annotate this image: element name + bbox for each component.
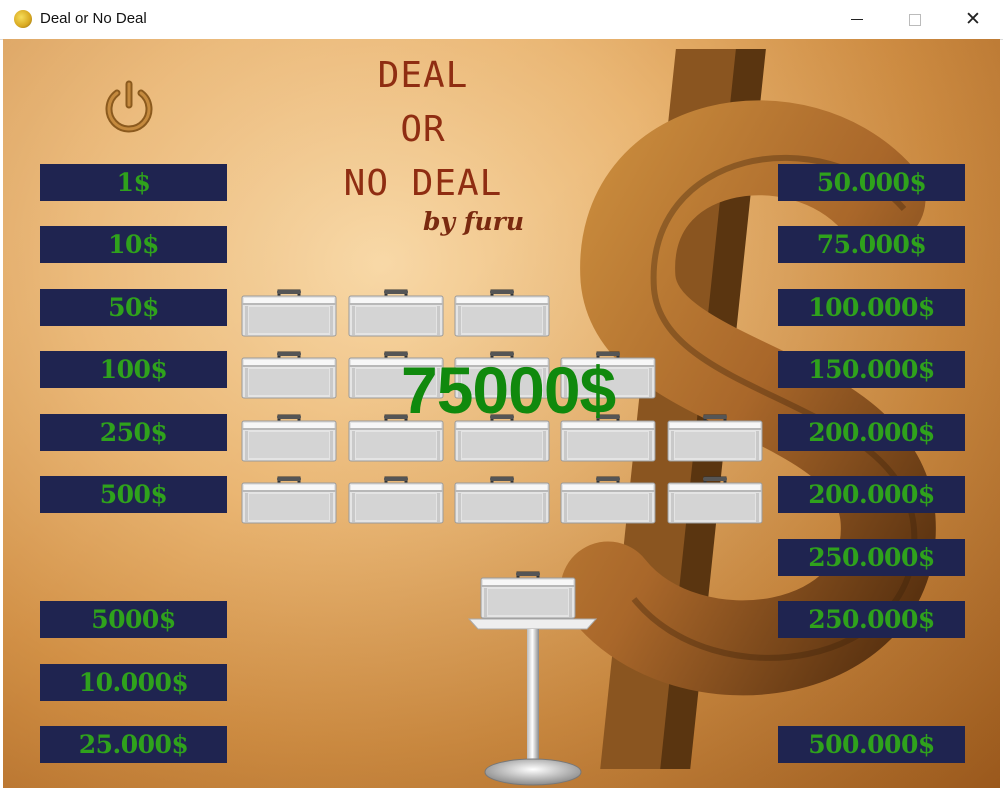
value-label-left: 500$	[40, 476, 227, 513]
briefcase-icon[interactable]	[348, 476, 444, 524]
briefcase-icon[interactable]	[241, 476, 337, 524]
briefcase-icon[interactable]	[667, 476, 763, 524]
value-label-left: 25.000$	[40, 726, 227, 763]
pygame-app-icon	[14, 10, 32, 28]
value-label-right: 500.000$	[778, 726, 965, 763]
briefcase-icon[interactable]	[560, 476, 656, 524]
window-titlebar: Deal or No Deal ✕	[0, 0, 1003, 40]
briefcase-icon[interactable]	[454, 476, 550, 524]
briefcase-icon[interactable]	[667, 414, 763, 462]
window-title: Deal or No Deal	[40, 10, 147, 27]
briefcase-icon[interactable]	[241, 351, 337, 399]
value-label-right: 100.000$	[778, 289, 965, 326]
value-label-right: 250.000$	[778, 601, 965, 638]
value-label-right: 200.000$	[778, 476, 965, 513]
value-label-right: 150.000$	[778, 351, 965, 388]
title-line: OR	[400, 109, 446, 150]
banker-offer: 75000$	[401, 353, 616, 427]
power-icon[interactable]	[101, 79, 157, 135]
value-label-right: 200.000$	[778, 414, 965, 451]
game-title: DEAL OR NO DEAL	[303, 49, 543, 211]
title-line: NO DEAL	[343, 163, 503, 204]
briefcase-icon[interactable]	[348, 289, 444, 337]
value-label-right: 250.000$	[778, 539, 965, 576]
value-label-left: 1$	[40, 164, 227, 201]
maximize-button[interactable]	[886, 0, 944, 39]
value-label-left: 10.000$	[40, 664, 227, 701]
briefcase-icon[interactable]	[241, 289, 337, 337]
game-board: DEAL OR NO DEAL by furu 1$ 10$ 50$ 100$ …	[3, 39, 1000, 788]
value-label-left: 5000$	[40, 601, 227, 638]
minimize-button[interactable]	[828, 0, 886, 39]
value-label-left: 50$	[40, 289, 227, 326]
title-line: DEAL	[377, 55, 469, 96]
briefcase-icon[interactable]	[241, 414, 337, 462]
value-label-left: 100$	[40, 351, 227, 388]
value-label-left: 250$	[40, 414, 227, 451]
author-byline: by furu	[423, 207, 524, 236]
value-label-left: 10$	[40, 226, 227, 263]
close-button[interactable]: ✕	[944, 0, 1002, 39]
player-briefcase-icon[interactable]	[480, 571, 576, 619]
value-label-right: 50.000$	[778, 164, 965, 201]
value-label-right: 75.000$	[778, 226, 965, 263]
briefcase-icon[interactable]	[454, 289, 550, 337]
